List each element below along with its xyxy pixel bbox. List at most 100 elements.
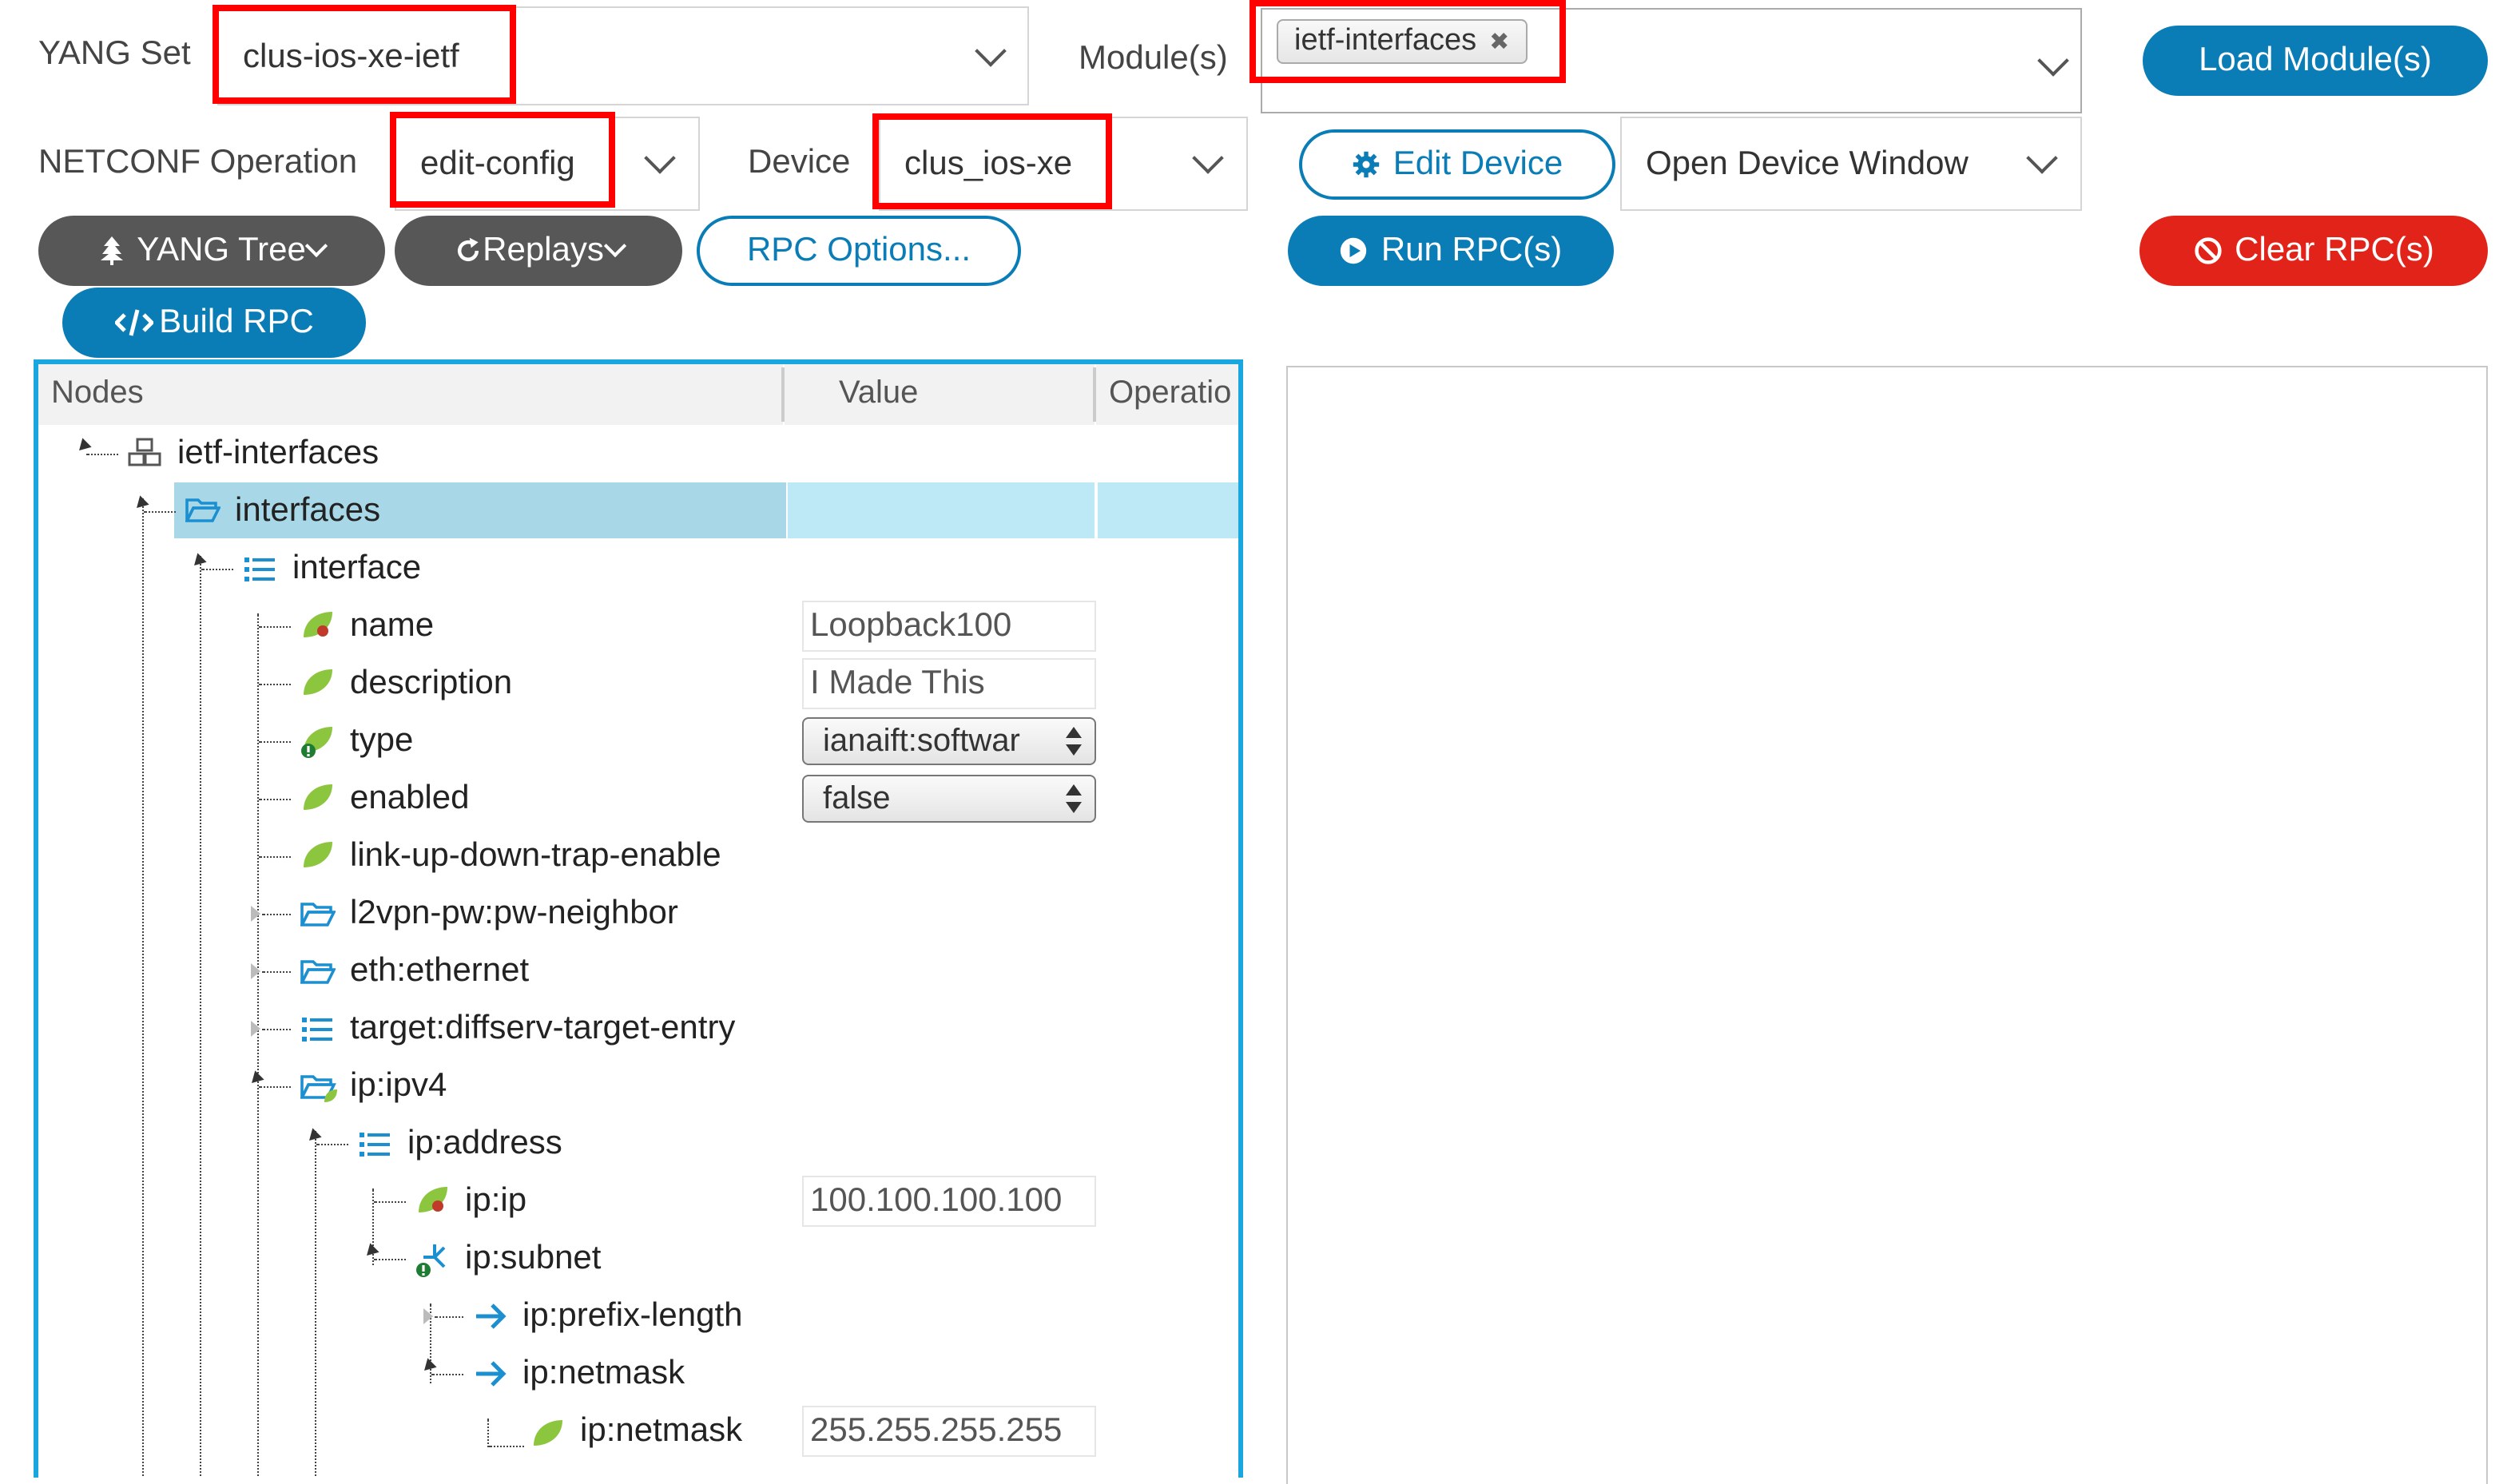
modules-label: Module(s): [1079, 40, 1228, 77]
expand-toggle[interactable]: [251, 906, 260, 922]
list-icon: [244, 557, 275, 581]
node-label[interactable]: enabled: [350, 780, 470, 818]
tree-connector: [201, 569, 233, 570]
select-arrows-icon: [1066, 727, 1082, 756]
build-rpc-label: Build RPC: [159, 304, 314, 340]
expand-toggle[interactable]: [419, 1358, 437, 1375]
node-label[interactable]: name: [350, 607, 434, 645]
leaf-icon: [304, 842, 332, 867]
gear-icon: [1353, 151, 1379, 178]
node-label[interactable]: link-up-down-trap-enable: [350, 837, 721, 875]
leaf-icon: [304, 784, 332, 810]
run-rpc-button[interactable]: Run RPC(s): [1288, 216, 1614, 286]
node-label[interactable]: ietf-interfaces: [177, 434, 379, 473]
tree-connector: [142, 498, 144, 1478]
replays-label: Replays: [483, 232, 604, 268]
tree-connector: [374, 1259, 406, 1260]
tree-connector: [262, 1029, 291, 1030]
netmask-value-field[interactable]: 255.255.255.255: [802, 1406, 1096, 1457]
tree-connector: [316, 1144, 348, 1145]
expand-toggle[interactable]: [74, 438, 92, 455]
highlight-box: [1250, 0, 1566, 83]
open-device-window-select[interactable]: Open Device Window: [1620, 117, 2082, 211]
tree-icon: [100, 236, 123, 265]
tree-connector: [489, 1446, 524, 1447]
node-label[interactable]: ip:subnet: [465, 1240, 601, 1278]
rpc-output-panel[interactable]: [1286, 366, 2488, 1484]
expand-toggle[interactable]: [247, 1070, 264, 1088]
build-rpc-button[interactable]: Build RPC: [62, 288, 366, 358]
choice-icon: [416, 1244, 446, 1277]
column-header-nodes[interactable]: Nodes: [38, 364, 783, 425]
mandatory-leaf-icon: [301, 727, 332, 758]
leaf-icon: [304, 669, 332, 695]
tree-connector: [435, 1316, 463, 1318]
tree-connector: [259, 856, 291, 858]
type-value-select[interactable]: ianaift:softwar: [802, 717, 1096, 765]
node-label[interactable]: ip:netmask: [522, 1355, 685, 1393]
folder-augment-icon: [300, 1075, 337, 1102]
netconf-operation-label: NETCONF Operation: [38, 144, 358, 181]
expand-toggle[interactable]: [304, 1128, 322, 1145]
node-label[interactable]: ip:netmask: [580, 1412, 742, 1450]
node-label[interactable]: eth:ethernet: [350, 952, 529, 990]
column-header-operation[interactable]: Operatio: [1096, 364, 1238, 425]
chevron-down-icon: [644, 142, 676, 174]
enabled-value-select[interactable]: false: [802, 775, 1096, 823]
expand-toggle[interactable]: [423, 1308, 433, 1324]
name-value-field[interactable]: Loopback100: [802, 601, 1096, 652]
node-label[interactable]: target:diffserv-target-entry: [350, 1010, 735, 1048]
node-label[interactable]: ip:ip: [465, 1182, 526, 1220]
code-icon: [114, 309, 153, 336]
device-label: Device: [748, 144, 851, 181]
node-label[interactable]: ip:prefix-length: [522, 1297, 743, 1335]
ip-value-field[interactable]: 100.100.100.100: [802, 1176, 1096, 1227]
node-label[interactable]: ip:address: [407, 1125, 562, 1163]
replays-button[interactable]: Replays: [395, 216, 682, 286]
refresh-icon: [458, 237, 479, 262]
folder-open-icon: [300, 903, 336, 927]
clear-rpc-label: Clear RPC(s): [2235, 232, 2434, 268]
node-label[interactable]: l2vpn-pw:pw-neighbor: [350, 895, 678, 933]
tree-connector: [259, 1086, 291, 1088]
yang-tree-label: YANG Tree: [137, 232, 306, 268]
tree-connector: [86, 454, 118, 455]
tree-connector: [374, 1201, 406, 1203]
yang-tree-button[interactable]: YANG Tree: [38, 216, 385, 286]
column-header-value[interactable]: Value: [785, 364, 1095, 425]
expand-toggle[interactable]: [251, 963, 260, 979]
rpc-options-label: RPC Options...: [746, 232, 971, 268]
node-label[interactable]: type: [350, 722, 413, 760]
expand-toggle[interactable]: [189, 553, 207, 570]
node-label[interactable]: interface: [292, 550, 421, 588]
tree-connector: [315, 1131, 316, 1478]
yang-set-label: YANG Set: [38, 35, 191, 72]
chevron-down-icon: [975, 35, 1007, 67]
load-modules-button[interactable]: Load Module(s): [2143, 26, 2488, 96]
key-leaf-icon: [419, 1187, 447, 1212]
tree-connector: [487, 1419, 489, 1447]
node-label[interactable]: description: [350, 665, 512, 703]
open-device-window-label: Open Device Window: [1646, 145, 1969, 182]
expand-toggle[interactable]: [251, 1021, 260, 1037]
node-label[interactable]: ip:ipv4: [350, 1067, 447, 1105]
highlight-box: [390, 112, 615, 208]
folder-open-icon: [185, 498, 220, 522]
clear-rpc-button[interactable]: Clear RPC(s): [2139, 216, 2488, 286]
edit-device-button[interactable]: Edit Device: [1299, 129, 1615, 200]
expand-toggle[interactable]: [362, 1243, 379, 1260]
tree-connector: [257, 613, 259, 1478]
rpc-options-button[interactable]: RPC Options...: [697, 216, 1021, 286]
yang-tree-panel: Nodes Value Operatio ietf-interfaces int…: [34, 359, 1243, 1478]
enabled-value: false: [823, 781, 891, 816]
tree-connector: [259, 741, 291, 743]
tree-connector: [262, 914, 291, 915]
tree-connector: [144, 511, 176, 513]
expand-toggle[interactable]: [132, 495, 149, 513]
list-icon: [302, 1018, 332, 1042]
leaf-icon: [534, 1420, 562, 1446]
header-nodes-label: Nodes: [51, 375, 144, 411]
node-label[interactable]: interfaces: [235, 492, 380, 530]
description-value-field[interactable]: I Made This: [802, 658, 1096, 709]
header-value-label: Value: [839, 375, 919, 411]
